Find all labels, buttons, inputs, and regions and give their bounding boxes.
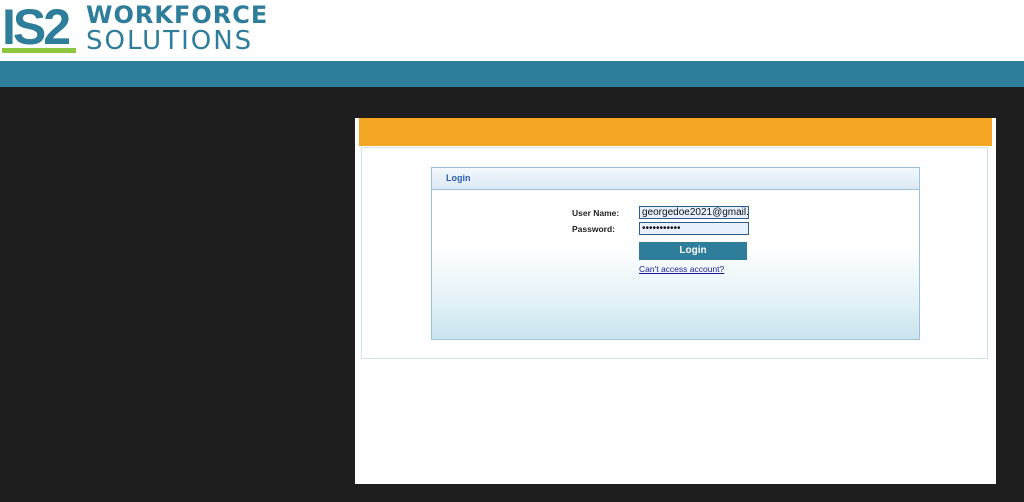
content-panel: Login User Name: georgedoe2021@gmail.c P… [355,118,996,484]
username-label: User Name: [572,208,620,218]
app-header: IS2 WORKFORCE SOLUTIONS [0,0,1024,61]
password-label: Password: [572,224,615,234]
login-title: Login [446,173,471,183]
logo-underline [2,48,76,53]
logo-text-line2: SOLUTIONS [86,26,254,56]
password-input[interactable]: ••••••••••• [639,222,749,235]
nav-bar [0,61,1024,87]
cant-access-account-link[interactable]: Can't access account? [639,264,724,274]
login-button[interactable]: Login [639,242,747,260]
logo-text-line1: WORKFORCE [86,1,269,29]
company-logo: IS2 WORKFORCE SOLUTIONS [0,0,267,60]
username-input[interactable]: georgedoe2021@gmail.c [639,206,749,219]
login-box: Login User Name: georgedoe2021@gmail.c P… [431,167,920,340]
login-title-bar: Login [432,168,919,190]
panel-header-bar [359,118,992,146]
